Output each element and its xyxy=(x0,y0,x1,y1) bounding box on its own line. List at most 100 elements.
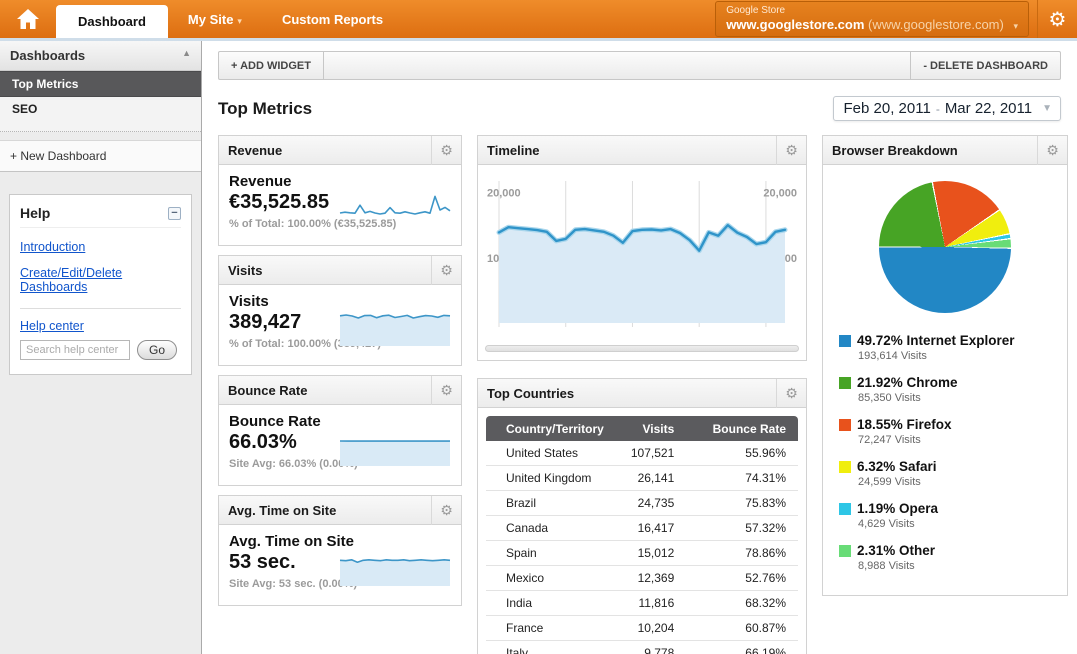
date-start: Feb 20, 2011 xyxy=(844,100,931,117)
table-row[interactable]: United Kingdom 26,141 74.31% xyxy=(486,466,798,491)
legend-label: 21.92% Chrome xyxy=(857,375,1059,390)
widget-gear-button[interactable]: ⚙ xyxy=(431,136,461,165)
settings-button[interactable]: ⚙ xyxy=(1037,0,1077,38)
widget-timeline: Timeline ⚙ Feb 20Feb 27Mar 6Mar 1320,000… xyxy=(477,135,807,361)
help-link-introduction[interactable]: Introduction xyxy=(20,240,181,254)
timeline-scrollbar[interactable] xyxy=(485,345,799,352)
delete-dashboard-button[interactable]: - DELETE DASHBOARD xyxy=(910,52,1060,79)
visits-cell: 16,417 xyxy=(621,516,700,541)
legend-label: 1.19% Opera xyxy=(857,501,1059,516)
bounce-cell: 74.31% xyxy=(700,466,798,491)
widget-bounce-rate-header[interactable]: Bounce Rate ⚙ xyxy=(219,376,461,405)
chevron-down-icon: ▾ xyxy=(237,16,242,26)
legend-item: 21.92% Chrome 85,350 Visits xyxy=(831,375,1059,404)
help-link-create-edit-delete[interactable]: Create/Edit/Delete Dashboards xyxy=(20,266,181,294)
sidebar: Dashboards ▲ Top Metrics SEO + New Dashb… xyxy=(0,41,202,654)
chevron-down-icon: ▼ xyxy=(1042,103,1052,114)
bounce-cell: 60.87% xyxy=(700,616,798,641)
visits-cell: 9,778 xyxy=(621,641,700,654)
account-profile: www.googlestore.com (www.googlestore.com… xyxy=(726,17,1018,33)
gear-icon: ⚙ xyxy=(785,385,798,402)
widget-visits-header[interactable]: Visits ⚙ xyxy=(219,256,461,285)
date-range-selector[interactable]: Feb 20, 2011 - Mar 22, 2011 ▼ xyxy=(833,96,1061,121)
sidebar-item-top-metrics[interactable]: Top Metrics xyxy=(0,71,201,97)
sidebar-dashboards-header[interactable]: Dashboards ▲ xyxy=(0,41,201,71)
country-cell: Canada xyxy=(486,516,621,541)
column-header-bounce[interactable]: Bounce Rate xyxy=(700,416,798,441)
collapse-minus-icon[interactable]: − xyxy=(168,207,181,220)
table-row[interactable]: France 10,204 60.87% xyxy=(486,616,798,641)
visits-cell: 24,735 xyxy=(621,491,700,516)
collapse-arrow-icon[interactable]: ▲ xyxy=(182,48,191,63)
metric-title: Visits xyxy=(229,293,451,310)
sidebar-item-seo[interactable]: SEO xyxy=(0,97,201,121)
visits-sparkline xyxy=(339,311,451,347)
gear-icon: ⚙ xyxy=(1046,142,1059,159)
widget-gear-button[interactable]: ⚙ xyxy=(776,379,806,408)
metric-title: Bounce Rate xyxy=(229,413,451,430)
bounce-cell: 57.32% xyxy=(700,516,798,541)
visits-cell: 15,012 xyxy=(621,541,700,566)
account-selector[interactable]: Google Store www.googlestore.com (www.go… xyxy=(715,1,1029,38)
widget-gear-button[interactable]: ⚙ xyxy=(431,256,461,285)
account-name: Google Store xyxy=(726,5,1018,18)
table-row[interactable]: Brazil 24,735 75.83% xyxy=(486,491,798,516)
svg-text:20,000: 20,000 xyxy=(487,188,521,200)
go-button[interactable]: Go xyxy=(137,340,177,360)
table-row[interactable]: Canada 16,417 57.32% xyxy=(486,516,798,541)
help-panel: Help − Introduction Create/Edit/Delete D… xyxy=(9,194,192,375)
widget-gear-button[interactable]: ⚙ xyxy=(776,136,806,165)
visits-cell: 107,521 xyxy=(621,441,700,466)
widget-visits: Visits ⚙ Visits 389,427 % of Total: 100.… xyxy=(218,255,462,366)
nav-my-site[interactable]: My Site▾ xyxy=(168,12,262,27)
help-search-input[interactable] xyxy=(20,340,130,360)
add-widget-button[interactable]: + ADD WIDGET xyxy=(219,52,324,79)
column-header-visits[interactable]: Visits xyxy=(621,416,700,441)
widget-top-countries: Top Countries ⚙ Country/Territory Visits… xyxy=(477,378,807,654)
bounce-cell: 55.96% xyxy=(700,441,798,466)
widget-top-countries-header[interactable]: Top Countries ⚙ xyxy=(478,379,806,408)
bounce-cell: 68.32% xyxy=(700,591,798,616)
top-nav: My Site▾ Custom Reports xyxy=(168,0,403,38)
nav-custom-reports[interactable]: Custom Reports xyxy=(262,12,403,27)
bounce-sparkline xyxy=(339,431,451,467)
visits-cell: 10,204 xyxy=(621,616,700,641)
tab-dashboard[interactable]: Dashboard xyxy=(56,5,168,38)
home-tab[interactable] xyxy=(0,0,56,38)
widget-gear-button[interactable]: ⚙ xyxy=(1037,136,1067,165)
date-end: Mar 22, 2011 xyxy=(945,100,1032,117)
widget-timeline-header[interactable]: Timeline ⚙ xyxy=(478,136,806,165)
table-row[interactable]: Italy 9,778 66.19% xyxy=(486,641,798,654)
widget-avg-time-header[interactable]: Avg. Time on Site ⚙ xyxy=(219,496,461,525)
top-navigation-bar: Dashboard My Site▾ Custom Reports Google… xyxy=(0,0,1077,38)
gear-icon: ⚙ xyxy=(440,142,453,159)
tab-dashboard-label: Dashboard xyxy=(78,14,146,29)
gear-icon: ⚙ xyxy=(440,382,453,399)
column-header-country[interactable]: Country/Territory xyxy=(486,416,621,441)
legend-color-swatch xyxy=(839,335,851,347)
legend-visits: 72,247 Visits xyxy=(857,434,1059,446)
dashboard-toolbar: + ADD WIDGET - DELETE DASHBOARD xyxy=(218,51,1061,80)
dashboard-list: Top Metrics SEO xyxy=(0,71,201,132)
table-row[interactable]: India 11,816 68.32% xyxy=(486,591,798,616)
gear-icon: ⚙ xyxy=(440,502,453,519)
widget-gear-button[interactable]: ⚙ xyxy=(431,496,461,525)
widget-gear-button[interactable]: ⚙ xyxy=(431,376,461,405)
table-row[interactable]: Mexico 12,369 52.76% xyxy=(486,566,798,591)
help-center-link[interactable]: Help center xyxy=(20,319,181,333)
metric-title: Avg. Time on Site xyxy=(229,533,451,550)
widget-revenue-header[interactable]: Revenue ⚙ xyxy=(219,136,461,165)
top-countries-table: Country/Territory Visits Bounce Rate Uni… xyxy=(486,416,798,654)
legend-visits: 24,599 Visits xyxy=(857,476,1059,488)
new-dashboard-button[interactable]: + New Dashboard xyxy=(0,140,201,172)
visits-cell: 12,369 xyxy=(621,566,700,591)
table-row[interactable]: Spain 15,012 78.86% xyxy=(486,541,798,566)
legend-item: 49.72% Internet Explorer 193,614 Visits xyxy=(831,333,1059,362)
table-row[interactable]: United States 107,521 55.96% xyxy=(486,441,798,466)
legend-label: 18.55% Firefox xyxy=(857,417,1059,432)
legend-color-swatch xyxy=(839,419,851,431)
help-title: Help − xyxy=(20,205,181,228)
gear-icon: ⚙ xyxy=(440,262,453,279)
bounce-cell: 66.19% xyxy=(700,641,798,654)
widget-browser-breakdown-header[interactable]: Browser Breakdown ⚙ xyxy=(823,136,1067,165)
